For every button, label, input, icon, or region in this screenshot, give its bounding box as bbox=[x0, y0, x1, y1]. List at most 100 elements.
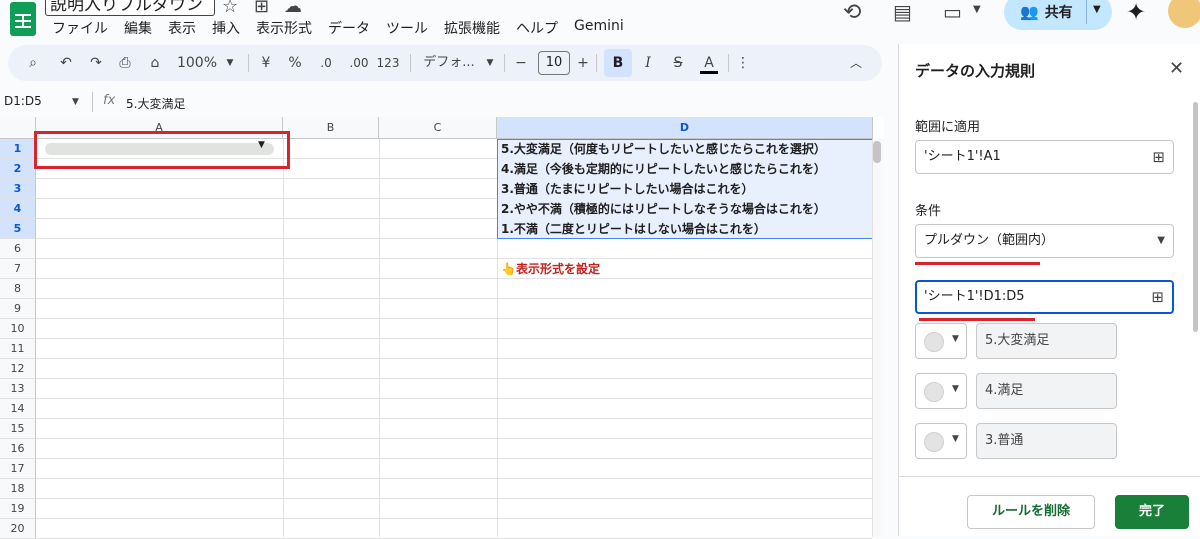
comments-icon[interactable]: ▤ bbox=[893, 0, 912, 24]
strikethrough-button[interactable]: S bbox=[670, 45, 686, 81]
row-header-11[interactable]: 11 bbox=[0, 339, 36, 359]
source-range-input[interactable]: 'シート1'!D1:D5 ⊞ bbox=[915, 280, 1174, 314]
increase-decimal-button[interactable]: .00 bbox=[346, 45, 372, 81]
cell-d3[interactable]: 3.普通（たまにリピートしたい場合はこれを） bbox=[501, 179, 754, 199]
cell-d2[interactable]: 4.満足（今後も定期的にリピートしたいと感じたらこれを） bbox=[501, 159, 826, 179]
bold-button[interactable]: B bbox=[604, 49, 632, 77]
menu-format[interactable]: 表示形式 bbox=[256, 18, 312, 38]
star-icon[interactable]: ☆ bbox=[222, 0, 238, 17]
done-button[interactable]: 完了 bbox=[1115, 495, 1189, 529]
chevron-down-icon[interactable]: ▼ bbox=[224, 45, 236, 81]
row-header-6[interactable]: 6 bbox=[0, 239, 36, 259]
option-color-picker[interactable]: ▼ bbox=[915, 323, 967, 359]
option-color-picker[interactable]: ▼ bbox=[915, 373, 967, 409]
menu-insert[interactable]: 挿入 bbox=[212, 18, 240, 38]
formula-input[interactable]: 5.大変満足 bbox=[126, 95, 185, 112]
menu-view[interactable]: 表示 bbox=[168, 18, 196, 38]
row-header-1[interactable]: 1 bbox=[0, 139, 36, 159]
menu-bar: ファイル 編集 表示 挿入 表示形式 データ ツール 拡張機能 ヘルプ Gemi… bbox=[52, 18, 640, 38]
menu-help[interactable]: ヘルプ bbox=[516, 18, 558, 38]
menu-tools[interactable]: ツール bbox=[386, 18, 428, 38]
panel-scrollbar[interactable] bbox=[1193, 102, 1198, 332]
cell-d7[interactable]: 👆表示形式を設定 bbox=[501, 260, 600, 277]
cell-d1[interactable]: 5.大変満足（何度もリピートしたいと感じたらこれを選択） bbox=[501, 139, 826, 159]
chevron-down-icon[interactable]: ▼ bbox=[1093, 4, 1101, 15]
menu-file[interactable]: ファイル bbox=[52, 18, 108, 38]
select-range-icon[interactable]: ⊞ bbox=[1151, 282, 1164, 312]
gemini-sparkle-icon[interactable]: ✦ bbox=[1126, 0, 1146, 26]
row-header-19[interactable]: 19 bbox=[0, 499, 36, 519]
decrease-decimal-button[interactable]: .0 bbox=[314, 45, 338, 81]
row-header-7[interactable]: 7 bbox=[0, 259, 36, 279]
chevron-down-icon[interactable]: ▼ bbox=[72, 97, 79, 107]
chevron-up-icon[interactable]: ︿ bbox=[848, 45, 864, 81]
more-options-icon[interactable]: ⋮ bbox=[736, 45, 750, 81]
search-menus-icon[interactable]: ⌕ bbox=[22, 45, 44, 81]
column-header-b[interactable]: B bbox=[283, 117, 379, 139]
chevron-down-icon[interactable]: ▼ bbox=[973, 4, 981, 15]
cloud-status-icon[interactable]: ☁ bbox=[284, 0, 302, 17]
name-box[interactable]: D1:D5 bbox=[4, 94, 42, 108]
row-header-5[interactable]: 5 bbox=[0, 219, 36, 239]
row-header-2[interactable]: 2 bbox=[0, 159, 36, 179]
select-range-icon[interactable]: ⊞ bbox=[1152, 141, 1165, 173]
option-value-input[interactable]: 4.満足 bbox=[976, 373, 1117, 409]
paint-format-icon[interactable]: ⌂ bbox=[144, 45, 166, 81]
apply-to-range-input[interactable]: 'シート1'!A1 ⊞ bbox=[915, 140, 1174, 174]
option-value-input[interactable]: 3.普通 bbox=[976, 423, 1117, 459]
font-select[interactable]: デフォ... bbox=[420, 45, 478, 81]
toolbar-divider bbox=[596, 54, 597, 72]
percent-button[interactable]: % bbox=[286, 45, 304, 81]
text-color-button[interactable]: A bbox=[700, 45, 718, 81]
option-value-input[interactable]: 5.大変満足 bbox=[976, 323, 1117, 359]
row-header-12[interactable]: 12 bbox=[0, 359, 36, 379]
delete-rule-button[interactable]: ルールを削除 bbox=[967, 495, 1095, 529]
scrollbar-thumb[interactable] bbox=[873, 141, 881, 163]
row-header-14[interactable]: 14 bbox=[0, 399, 36, 419]
vertical-scrollbar[interactable] bbox=[872, 139, 884, 537]
row-header-17[interactable]: 17 bbox=[0, 459, 36, 479]
menu-extensions[interactable]: 拡張機能 bbox=[444, 18, 500, 38]
font-size-decrease-icon[interactable]: − bbox=[514, 45, 528, 81]
share-button[interactable]: 👥 共有 ▼ bbox=[1004, 0, 1112, 30]
row-header-9[interactable]: 9 bbox=[0, 299, 36, 319]
row-header-8[interactable]: 8 bbox=[0, 279, 36, 299]
version-history-icon[interactable]: ⟲ bbox=[843, 0, 861, 25]
undo-icon[interactable]: ↶ bbox=[56, 45, 76, 81]
cell-d5[interactable]: 1.不満（二度とリピートはしない場合はこれを） bbox=[501, 219, 766, 239]
row-header-18[interactable]: 18 bbox=[0, 479, 36, 499]
menu-gemini[interactable]: Gemini bbox=[574, 18, 624, 38]
column-header-c[interactable]: C bbox=[379, 117, 497, 139]
document-title[interactable]: 説明入りプルダウン bbox=[45, 0, 215, 16]
font-size-increase-icon[interactable]: + bbox=[576, 45, 590, 81]
column-header-d[interactable]: D bbox=[497, 117, 873, 139]
row-header-15[interactable]: 15 bbox=[0, 419, 36, 439]
currency-button[interactable]: ¥ bbox=[258, 45, 274, 81]
print-icon[interactable]: ⎙ bbox=[114, 45, 136, 81]
criteria-select[interactable]: プルダウン（範囲内） ▼ bbox=[915, 224, 1174, 258]
select-all-corner[interactable] bbox=[0, 117, 36, 139]
row-header-4[interactable]: 4 bbox=[0, 199, 36, 219]
row-header-16[interactable]: 16 bbox=[0, 439, 36, 459]
option-color-picker[interactable]: ▼ bbox=[915, 423, 967, 459]
cell-d4[interactable]: 2.やや不満（積極的にはリピートしなそうな場合はこれを） bbox=[501, 199, 826, 219]
meet-camera-icon[interactable]: ▭ bbox=[943, 0, 962, 24]
row-header-3[interactable]: 3 bbox=[0, 179, 36, 199]
row-header-20[interactable]: 20 bbox=[0, 519, 36, 539]
menu-data[interactable]: データ bbox=[328, 18, 370, 38]
close-icon[interactable]: ✕ bbox=[1169, 58, 1184, 79]
font-size-input[interactable]: 10 bbox=[538, 51, 570, 75]
row-header-13[interactable]: 13 bbox=[0, 379, 36, 399]
more-formats-button[interactable]: 123 bbox=[376, 45, 400, 81]
sheets-logo-icon[interactable] bbox=[10, 2, 36, 36]
zoom-select[interactable]: 100% bbox=[176, 45, 218, 81]
chevron-down-icon[interactable]: ▼ bbox=[484, 45, 496, 81]
spreadsheet-grid[interactable]: A B C D 1 2 3 4 5 6 7 8 9 10 11 12 13 14 15 16 17 18 19 20 … bbox=[0, 117, 884, 539]
chevron-down-icon[interactable]: ▼ bbox=[1157, 225, 1165, 257]
menu-edit[interactable]: 編集 bbox=[124, 18, 152, 38]
row-header-10[interactable]: 10 bbox=[0, 319, 36, 339]
row-gridline bbox=[36, 438, 872, 439]
move-folder-icon[interactable]: ⊞ bbox=[254, 0, 269, 17]
italic-button[interactable]: I bbox=[640, 45, 656, 81]
redo-icon[interactable]: ↷ bbox=[86, 45, 106, 81]
